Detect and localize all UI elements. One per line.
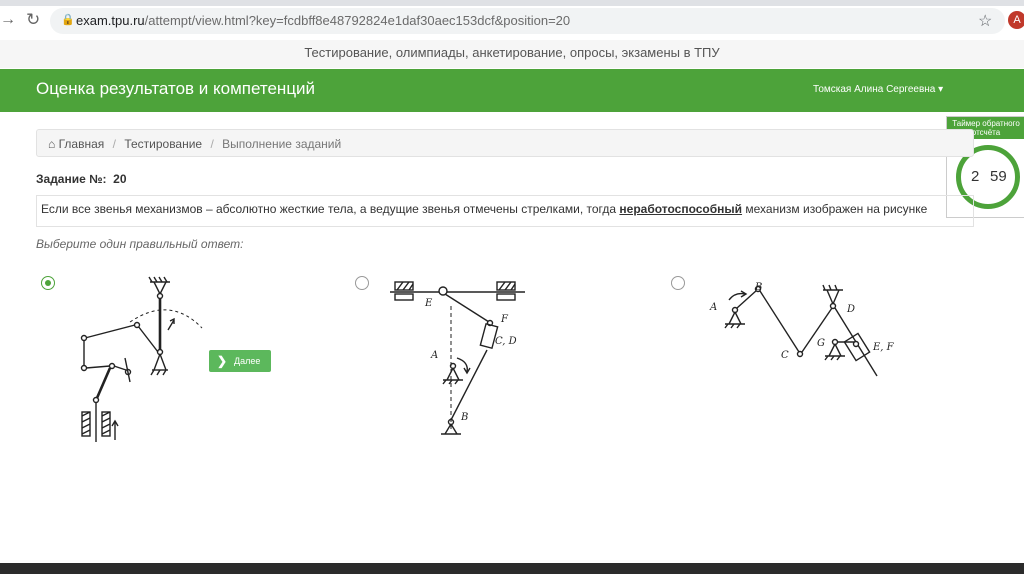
question-text: Если все звенья механизмов – абсолютно ж… (36, 195, 974, 227)
os-taskbar (0, 563, 1024, 574)
browser-toolbar: → ↻ 🔒 exam.tpu.ru/attempt/view.html?key=… (0, 0, 1024, 41)
breadcrumb-separator: / (210, 137, 214, 151)
user-name: Томская Алина Сергеевна (813, 84, 936, 95)
option-2-mechanism-figure: E F C, D A B (390, 281, 525, 435)
option-2-radio[interactable] (355, 276, 369, 290)
breadcrumb-separator: / (112, 137, 116, 151)
option-1-mechanism-figure (80, 276, 203, 442)
brand-title[interactable]: Оценка результатов и компетенций (36, 79, 315, 99)
tab-strip (0, 0, 1024, 6)
site-subtitle: Тестирование, олимпиады, анкетирование, … (0, 40, 1024, 68)
option-3-label-ef: E, F (872, 342, 895, 353)
question-text-end: механизм изображен на рисунке (745, 202, 928, 216)
back-icon[interactable]: → (0, 11, 16, 29)
option-1-radio[interactable] (41, 276, 55, 290)
timer-minutes: 2 (971, 168, 980, 185)
question-emphasis: неработоспособный (619, 202, 743, 216)
lock-icon: 🔒 (61, 14, 75, 26)
site-header: Оценка результатов и компетенций Томская… (0, 69, 1024, 112)
option-2-label-cd: C, D (495, 336, 517, 347)
option-2-label-e: E (424, 298, 433, 309)
question-text-start: Если все звенья механизмов – абсолютно ж… (41, 202, 617, 216)
next-button-label: Далее (234, 356, 261, 366)
task-number: Задание №: 20 (36, 172, 127, 186)
option-3-label-d: D (846, 304, 855, 315)
url-text: exam.tpu.ru/attempt/view.html?key=fcdbff… (76, 13, 571, 28)
breadcrumb-home[interactable]: Главная (59, 137, 105, 151)
user-menu[interactable]: Томская Алина Сергеевна ▾ (813, 84, 943, 95)
option-2-label-a: A (430, 350, 438, 361)
bookmark-star-icon[interactable]: ☆ (978, 11, 992, 31)
caret-down-icon: ▾ (938, 84, 944, 95)
next-button[interactable]: ❯ Далее (209, 350, 271, 372)
breadcrumb: ⌂ Главная / Тестирование / Выполнение за… (36, 129, 974, 157)
option-2-label-b: B (460, 412, 468, 423)
profile-avatar[interactable]: A (1008, 11, 1024, 29)
breadcrumb-testing[interactable]: Тестирование (124, 137, 202, 151)
option-3-label-g: G (817, 338, 825, 349)
task-number-value: 20 (113, 172, 127, 186)
option-3-label-b: B (754, 282, 762, 293)
option-3-label-a: A (709, 302, 717, 313)
option-3-mechanism-figure: A B C D G E, F (709, 282, 895, 377)
option-3-radio[interactable] (671, 276, 685, 290)
answer-hint: Выберите один правильный ответ: (36, 237, 244, 251)
timer-seconds: 59 (990, 168, 1007, 185)
reload-icon[interactable]: ↻ (26, 10, 40, 30)
task-number-label: Задание №: (36, 172, 107, 186)
home-icon[interactable]: ⌂ (48, 137, 55, 151)
option-3-label-c: C (781, 350, 789, 361)
chevron-right-icon: ❯ (217, 354, 228, 368)
option-2-label-f: F (500, 314, 509, 325)
address-bar[interactable]: 🔒 exam.tpu.ru/attempt/view.html?key=fcdb… (50, 8, 1005, 34)
breadcrumb-current: Выполнение заданий (222, 137, 342, 151)
